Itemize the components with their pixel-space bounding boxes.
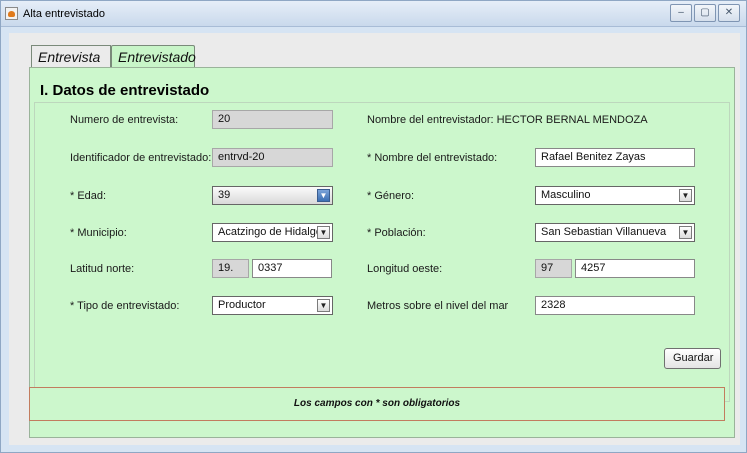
edad-value: 39 [218, 189, 231, 201]
identificador-field[interactable]: entrvd-20 [212, 148, 333, 167]
entrevistado-panel: I. Datos de entrevistado Numero de entre… [29, 67, 735, 438]
municipio-select[interactable]: Acatzingo de Hidalgo ▼ [212, 223, 333, 242]
numero-entrevista-field[interactable]: 20 [212, 110, 333, 129]
window-controls: – ▢ ✕ [668, 4, 740, 22]
longitud-minutes-field[interactable]: 4257 [575, 259, 695, 278]
minimize-button[interactable]: – [670, 4, 692, 22]
metros-label: Metros sobre el nivel del mar [367, 300, 509, 312]
metros-field[interactable]: 2328 [535, 296, 695, 315]
java-app-icon [5, 7, 18, 20]
nombre-label: * Nombre del entrevistado: [367, 152, 498, 164]
longitud-label: Longitud oeste: [367, 263, 443, 275]
longitud-degrees-field[interactable]: 97 [535, 259, 572, 278]
entrevistador-label: Nombre del entrevistador: HECTOR BERNAL … [367, 114, 648, 126]
tab-entrevista[interactable]: Entrevista [31, 45, 111, 68]
tab-container: Entrevista Entrevistado I. Datos de entr… [9, 33, 740, 445]
nombre-field[interactable]: Rafael Benitez Zayas [535, 148, 695, 167]
municipio-value: Acatzingo de Hidalgo [218, 226, 322, 238]
guardar-button[interactable]: Guardar [664, 348, 721, 369]
chevron-down-icon[interactable]: ▼ [679, 189, 692, 202]
genero-label: * Género: [367, 190, 415, 202]
tab-entrevistado[interactable]: Entrevistado [111, 45, 196, 68]
close-button[interactable]: ✕ [718, 4, 740, 22]
municipio-label: * Municipio: [70, 227, 127, 239]
required-fields-note: Los campos con * son obligatorios [29, 387, 725, 421]
latitud-minutes-field[interactable]: 0337 [252, 259, 332, 278]
edad-select[interactable]: 39 ▼ [212, 186, 333, 205]
genero-value: Masculino [541, 189, 591, 201]
window-title: Alta entrevistado [23, 8, 105, 20]
content-area: Entrevista Entrevistado I. Datos de entr… [9, 33, 740, 445]
tipo-value: Productor [218, 299, 266, 311]
form-group-box [34, 102, 730, 402]
app-window: Alta entrevistado – ▢ ✕ Entrevista Entre… [0, 0, 747, 453]
chevron-down-icon[interactable]: ▼ [317, 226, 330, 239]
section-title: I. Datos de entrevistado [40, 82, 210, 99]
numero-entrevista-label: Numero de entrevista: [70, 114, 179, 126]
title-bar[interactable]: Alta entrevistado – ▢ ✕ [1, 1, 746, 27]
latitud-label: Latitud norte: [70, 263, 135, 275]
poblacion-value: San Sebastian Villanueva [541, 226, 667, 238]
identificador-label: Identificador de entrevistado: [70, 152, 212, 164]
tipo-select[interactable]: Productor ▼ [212, 296, 333, 315]
maximize-button[interactable]: ▢ [694, 4, 716, 22]
chevron-down-icon[interactable]: ▼ [317, 299, 330, 312]
chevron-down-icon[interactable]: ▼ [317, 189, 330, 202]
tipo-label: * Tipo de entrevistado: [70, 300, 180, 312]
edad-label: * Edad: [70, 190, 107, 202]
chevron-down-icon[interactable]: ▼ [679, 226, 692, 239]
genero-select[interactable]: Masculino ▼ [535, 186, 695, 205]
poblacion-label: * Población: [367, 227, 426, 239]
poblacion-select[interactable]: San Sebastian Villanueva ▼ [535, 223, 695, 242]
latitud-degrees-field[interactable]: 19. [212, 259, 249, 278]
